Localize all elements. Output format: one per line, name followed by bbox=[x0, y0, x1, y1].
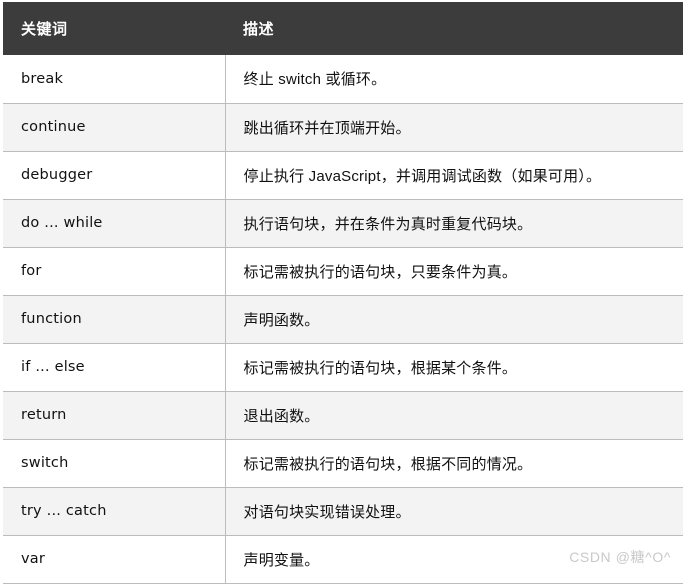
table-row: for 标记需被执行的语句块，只要条件为真。 bbox=[3, 247, 683, 296]
table-row: continue 跳出循环并在顶端开始。 bbox=[3, 103, 683, 152]
cell-description: 对语句块实现错误处理。 bbox=[225, 487, 683, 536]
cell-description: 终止 switch 或循环。 bbox=[225, 55, 683, 104]
cell-description: 声明函数。 bbox=[225, 295, 683, 344]
table-row: do ... while 执行语句块，并在条件为真时重复代码块。 bbox=[3, 199, 683, 248]
table-row: function 声明函数。 bbox=[3, 295, 683, 344]
cell-description: 标记需被执行的语句块，根据不同的情况。 bbox=[225, 439, 683, 488]
column-header-description: 描述 bbox=[225, 2, 683, 55]
column-header-keyword: 关键词 bbox=[3, 2, 225, 55]
cell-description: 声明变量。 bbox=[225, 535, 683, 584]
cell-keyword: continue bbox=[3, 103, 226, 152]
cell-description: 标记需被执行的语句块，根据某个条件。 bbox=[225, 343, 683, 392]
javascript-keywords-table: 关键词 描述 break 终止 switch 或循环。 continue 跳出循… bbox=[3, 2, 683, 584]
cell-keyword: break bbox=[3, 55, 226, 104]
cell-keyword: try ... catch bbox=[3, 487, 226, 536]
cell-keyword: var bbox=[3, 535, 226, 584]
table-body: break 终止 switch 或循环。 continue 跳出循环并在顶端开始… bbox=[3, 55, 683, 584]
cell-keyword: debugger bbox=[3, 151, 226, 200]
cell-keyword: do ... while bbox=[3, 199, 226, 248]
table-row: break 终止 switch 或循环。 bbox=[3, 55, 683, 104]
table-row: try ... catch 对语句块实现错误处理。 bbox=[3, 487, 683, 536]
cell-description: 标记需被执行的语句块，只要条件为真。 bbox=[225, 247, 683, 296]
table-row: switch 标记需被执行的语句块，根据不同的情况。 bbox=[3, 439, 683, 488]
cell-description: 执行语句块，并在条件为真时重复代码块。 bbox=[225, 199, 683, 248]
table-row: debugger 停止执行 JavaScript，并调用调试函数（如果可用）。 bbox=[3, 151, 683, 200]
table-row: if ... else 标记需被执行的语句块，根据某个条件。 bbox=[3, 343, 683, 392]
cell-description: 停止执行 JavaScript，并调用调试函数（如果可用）。 bbox=[225, 151, 683, 200]
table-row: return 退出函数。 bbox=[3, 391, 683, 440]
cell-keyword: return bbox=[3, 391, 226, 440]
keyword-table-wrapper: 关键词 描述 break 终止 switch 或循环。 continue 跳出循… bbox=[0, 0, 683, 585]
cell-keyword: if ... else bbox=[3, 343, 226, 392]
table-header-row: 关键词 描述 bbox=[3, 2, 683, 55]
cell-keyword: for bbox=[3, 247, 226, 296]
cell-description: 退出函数。 bbox=[225, 391, 683, 440]
cell-keyword: function bbox=[3, 295, 226, 344]
cell-keyword: switch bbox=[3, 439, 226, 488]
table-row: var 声明变量。 bbox=[3, 535, 683, 584]
cell-description: 跳出循环并在顶端开始。 bbox=[225, 103, 683, 152]
table-header: 关键词 描述 bbox=[3, 2, 683, 55]
